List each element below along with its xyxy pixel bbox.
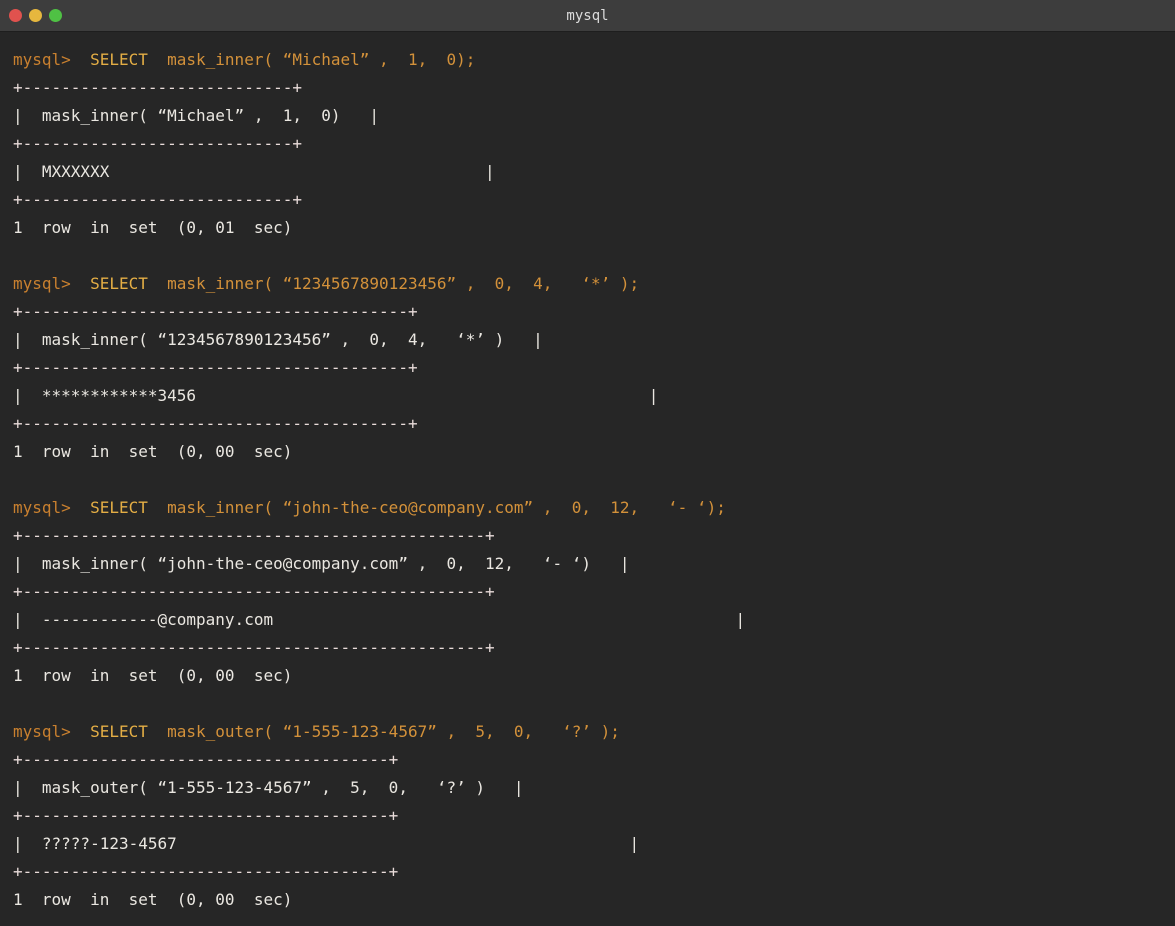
table-border-mid: +---------------------------------------…: [13, 578, 1175, 606]
table-border-top: +---------------------------------------…: [13, 298, 1175, 326]
prompt-line: mysql> SELECT mask_outer( “1-555-123-456…: [13, 718, 1175, 746]
window-title: mysql: [0, 8, 1175, 24]
table-header-row: | mask_inner( “Michael” , 1, 0) |: [13, 102, 1175, 130]
table-border-bottom: +---------------------------------------…: [13, 634, 1175, 662]
table-border-bottom: +--------------------------------------+: [13, 858, 1175, 886]
query-block-3: mysql> SELECT mask_inner( “john-the-ceo@…: [13, 494, 1175, 690]
table-result-row: | MXXXXXX |: [13, 158, 1175, 186]
terminal-window: mysql mysql> SELECT mask_inner( “Michael…: [0, 0, 1175, 926]
prompt-line: mysql> SELECT mask_inner( “1234567890123…: [13, 270, 1175, 298]
table-border-mid: +--------------------------------------+: [13, 802, 1175, 830]
query-block-1: mysql> SELECT mask_inner( “Michael” , 1,…: [13, 46, 1175, 242]
table-result-row: | ------------@company.com |: [13, 606, 1175, 634]
prompt-line: mysql> SELECT mask_inner( “Michael” , 1,…: [13, 46, 1175, 74]
mysql-prompt: mysql>: [13, 498, 90, 517]
titlebar[interactable]: mysql: [0, 0, 1175, 32]
sql-keyword: SELECT: [90, 50, 167, 69]
status-line: 1 row in set (0, 00 sec): [13, 886, 1175, 914]
terminal-screen[interactable]: mysql> SELECT mask_inner( “Michael” , 1,…: [0, 32, 1175, 926]
sql-keyword: SELECT: [90, 274, 167, 293]
window-controls: [9, 0, 62, 31]
status-line: 1 row in set (0, 01 sec): [13, 214, 1175, 242]
table-border-mid: +----------------------------+: [13, 130, 1175, 158]
status-line: 1 row in set (0, 00 sec): [13, 662, 1175, 690]
sql-expression: mask_outer( “1-555-123-4567” , 5, 0, ‘?’…: [167, 722, 620, 741]
prompt-line: mysql> SELECT mask_inner( “john-the-ceo@…: [13, 494, 1175, 522]
mysql-prompt: mysql>: [13, 274, 90, 293]
table-border-bottom: +----------------------------+: [13, 186, 1175, 214]
table-border-bottom: +---------------------------------------…: [13, 410, 1175, 438]
sql-expression: mask_inner( “Michael” , 1, 0);: [167, 50, 475, 69]
table-header-row: | mask_outer( “1-555-123-4567” , 5, 0, ‘…: [13, 774, 1175, 802]
table-header-row: | mask_inner( “john-the-ceo@company.com”…: [13, 550, 1175, 578]
sql-expression: mask_inner( “1234567890123456” , 0, 4, ‘…: [167, 274, 639, 293]
sql-keyword: SELECT: [90, 498, 167, 517]
query-block-4: mysql> SELECT mask_outer( “1-555-123-456…: [13, 718, 1175, 914]
minimize-button[interactable]: [29, 9, 42, 22]
table-border-top: +--------------------------------------+: [13, 746, 1175, 774]
query-block-2: mysql> SELECT mask_inner( “1234567890123…: [13, 270, 1175, 466]
maximize-button[interactable]: [49, 9, 62, 22]
table-result-row: | ?????-123-4567 |: [13, 830, 1175, 858]
table-header-row: | mask_inner( “1234567890123456” , 0, 4,…: [13, 326, 1175, 354]
table-border-mid: +---------------------------------------…: [13, 354, 1175, 382]
mysql-prompt: mysql>: [13, 722, 90, 741]
table-result-row: | ************3456 |: [13, 382, 1175, 410]
sql-keyword: SELECT: [90, 722, 167, 741]
table-border-top: +---------------------------------------…: [13, 522, 1175, 550]
status-line: 1 row in set (0, 00 sec): [13, 438, 1175, 466]
table-border-top: +----------------------------+: [13, 74, 1175, 102]
mysql-prompt: mysql>: [13, 50, 90, 69]
close-button[interactable]: [9, 9, 22, 22]
sql-expression: mask_inner( “john-the-ceo@company.com” ,…: [167, 498, 726, 517]
